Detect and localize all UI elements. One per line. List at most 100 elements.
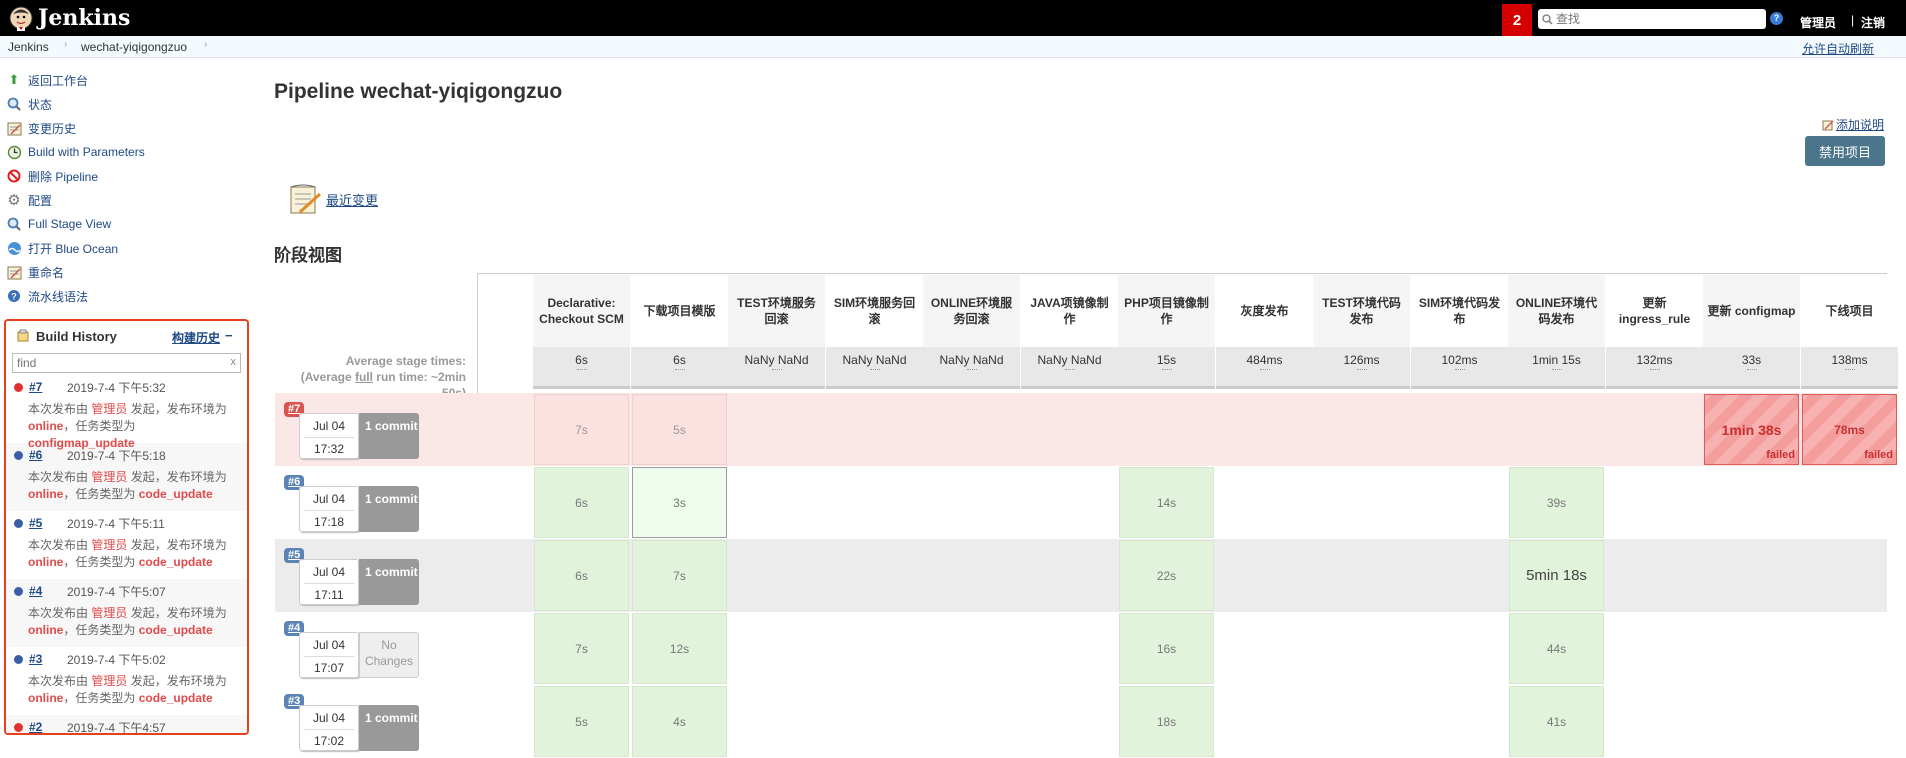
stage-average-value: 15s bbox=[1156, 353, 1177, 367]
stage-cell[interactable]: 5s bbox=[632, 394, 727, 465]
breadcrumb-arrow-icon[interactable]: › bbox=[64, 39, 67, 50]
stage-cell bbox=[924, 540, 1019, 611]
search-input[interactable] bbox=[1556, 12, 1756, 26]
stage-cell[interactable]: 22s bbox=[1119, 540, 1214, 611]
run-changes[interactable]: 1 commit bbox=[359, 559, 419, 605]
sidebar-tasks: ⬆ 返回工作台 状态 变更历史 Build with Parameters 删除… bbox=[6, 68, 246, 308]
recent-changes-link[interactable]: 最近变更 bbox=[288, 182, 378, 216]
build-number-link[interactable]: #5 bbox=[29, 516, 67, 530]
run-date-box[interactable]: Jul 04 17:07 bbox=[299, 632, 359, 678]
build-number-link[interactable]: #2 bbox=[29, 720, 67, 733]
breadcrumb-arrow-icon[interactable]: › bbox=[204, 39, 207, 50]
stage-cell[interactable]: 7s bbox=[632, 540, 727, 611]
desc-text: 发起，发布环境为 bbox=[127, 674, 227, 688]
search-icon bbox=[6, 216, 22, 232]
clear-filter-icon[interactable]: x bbox=[231, 356, 237, 368]
stage-cell bbox=[924, 467, 1019, 538]
build-number-link[interactable]: #7 bbox=[29, 380, 67, 394]
build-time[interactable]: 2019-7-4 下午5:32 bbox=[67, 379, 166, 396]
stage-average-marker bbox=[771, 369, 782, 371]
auto-refresh-link[interactable]: 允许自动刷新 bbox=[1802, 40, 1874, 57]
stage-cell[interactable]: 44s bbox=[1509, 613, 1604, 684]
stage-cell[interactable]: 4s bbox=[632, 686, 727, 757]
stage-average-time: 132ms bbox=[1606, 347, 1703, 389]
breadcrumb-jenkins[interactable]: Jenkins bbox=[8, 40, 49, 54]
run-changes[interactable]: No Changes bbox=[359, 632, 419, 678]
jenkins-logo[interactable]: Jenkins bbox=[8, 4, 130, 32]
sidebar-item-rename[interactable]: 重命名 bbox=[6, 260, 246, 284]
sidebar-item-changes[interactable]: 变更历史 bbox=[6, 116, 246, 140]
stage-cell[interactable]: 5min 18s bbox=[1509, 540, 1604, 611]
sidebar-item-delete-pipeline[interactable]: 删除 Pipeline bbox=[6, 164, 246, 188]
build-number-link[interactable]: #3 bbox=[29, 652, 67, 666]
stage-average-value: 132ms bbox=[1636, 353, 1673, 367]
build-time[interactable]: 2019-7-4 下午5:18 bbox=[67, 447, 166, 464]
stage-cell[interactable]: 5s bbox=[534, 686, 629, 757]
logout-link[interactable]: 注销 bbox=[1861, 14, 1885, 31]
build-time[interactable]: 2019-7-4 下午5:11 bbox=[67, 515, 165, 532]
stage-cell[interactable]: 6s bbox=[534, 540, 629, 611]
run-changes[interactable]: 1 commit bbox=[359, 705, 419, 751]
stage-cell bbox=[1314, 613, 1409, 684]
user-link[interactable]: 管理员 bbox=[1800, 14, 1836, 31]
stage-cell[interactable]: 7s bbox=[534, 394, 629, 465]
stage-cell[interactable]: 16s bbox=[1119, 613, 1214, 684]
build-time[interactable]: 2019-7-4 下午5:02 bbox=[67, 651, 166, 668]
stage-cell bbox=[1022, 540, 1117, 611]
stage-cell[interactable]: 7s bbox=[534, 613, 629, 684]
build-trend-link[interactable]: 构建历史 bbox=[172, 329, 220, 346]
sidebar-item-blue-ocean[interactable]: 打开 Blue Ocean bbox=[6, 236, 246, 260]
run-date-box[interactable]: Jul 04 17:32 bbox=[299, 413, 359, 459]
stage-cell[interactable]: 39s bbox=[1509, 467, 1604, 538]
stage-cell bbox=[1217, 540, 1312, 611]
stage-cell bbox=[1412, 540, 1507, 611]
search-box[interactable] bbox=[1538, 9, 1766, 29]
sidebar-item-status[interactable]: 状态 bbox=[6, 92, 246, 116]
stage-cell[interactable]: 12s bbox=[632, 613, 727, 684]
stage-duration: 41s bbox=[1546, 714, 1567, 729]
run-changes[interactable]: 1 commit bbox=[359, 413, 419, 459]
stage-cell[interactable]: 18s bbox=[1119, 686, 1214, 757]
help-icon[interactable]: ? bbox=[1770, 12, 1783, 25]
build-filter-input[interactable] bbox=[13, 354, 213, 372]
sidebar-item-pipeline-syntax[interactable]: ? 流水线语法 bbox=[6, 284, 246, 308]
run-time: 17:18 bbox=[304, 510, 354, 529]
sidebar-item-configure[interactable]: ⚙ 配置 bbox=[6, 188, 246, 212]
stage-header: TEST环境服务回滚 bbox=[728, 275, 825, 347]
notification-badge[interactable]: 2 bbox=[1502, 4, 1532, 36]
build-time[interactable]: 2019-7-4 下午5:07 bbox=[67, 583, 166, 600]
run-date-box[interactable]: Jul 04 17:02 bbox=[299, 705, 359, 751]
stage-cell bbox=[1217, 467, 1312, 538]
sidebar-item-back-dashboard[interactable]: ⬆ 返回工作台 bbox=[6, 68, 246, 92]
stage-average-marker bbox=[1161, 369, 1172, 371]
build-list: #7 2019-7-4 下午5:32 本次发布由 管理员 发起，发布环境为 onlin… bbox=[6, 375, 247, 734]
build-number-link[interactable]: #6 bbox=[29, 448, 67, 462]
stage-cell[interactable]: 41s bbox=[1509, 686, 1604, 757]
stage-cell[interactable]: 6s bbox=[534, 467, 629, 538]
disable-project-button[interactable]: 禁用项目 bbox=[1805, 136, 1885, 166]
sidebar-item-build-with-parameters[interactable]: Build with Parameters bbox=[6, 140, 246, 164]
build-time[interactable]: 2019-7-4 下午4:57 bbox=[67, 719, 166, 734]
stage-cell bbox=[1022, 394, 1117, 465]
sidebar-item-full-stage-view[interactable]: Full Stage View bbox=[6, 212, 246, 236]
stage-failed-label: failed bbox=[1864, 449, 1893, 461]
stage-cell[interactable]: 1min 38s failed bbox=[1704, 394, 1799, 465]
build-history-row: #4 2019-7-4 下午5:07 本次发布由 管理员 发起，发布环境为 onlin… bbox=[6, 579, 247, 647]
breadcrumb-job[interactable]: wechat-yiqigongzuo bbox=[81, 40, 187, 54]
stage-cell[interactable]: 3s bbox=[632, 467, 727, 538]
run-date-box[interactable]: Jul 04 17:18 bbox=[299, 486, 359, 532]
stage-cell[interactable]: 14s bbox=[1119, 467, 1214, 538]
add-description-link[interactable]: 添加说明 bbox=[1822, 116, 1884, 133]
run-changes[interactable]: 1 commit bbox=[359, 486, 419, 532]
desc-type: code_update bbox=[138, 691, 213, 705]
build-number-link[interactable]: #4 bbox=[29, 584, 67, 598]
stage-cell bbox=[1217, 394, 1312, 465]
collapse-icon[interactable]: − bbox=[225, 328, 233, 343]
stage-cell[interactable]: 78ms failed bbox=[1802, 394, 1897, 465]
run-date-box[interactable]: Jul 04 17:11 bbox=[299, 559, 359, 605]
stage-cell bbox=[729, 686, 824, 757]
clock-icon bbox=[6, 144, 22, 160]
stage-cell bbox=[1802, 613, 1897, 684]
run-time: 17:32 bbox=[304, 437, 354, 456]
desc-env: online bbox=[28, 419, 64, 433]
